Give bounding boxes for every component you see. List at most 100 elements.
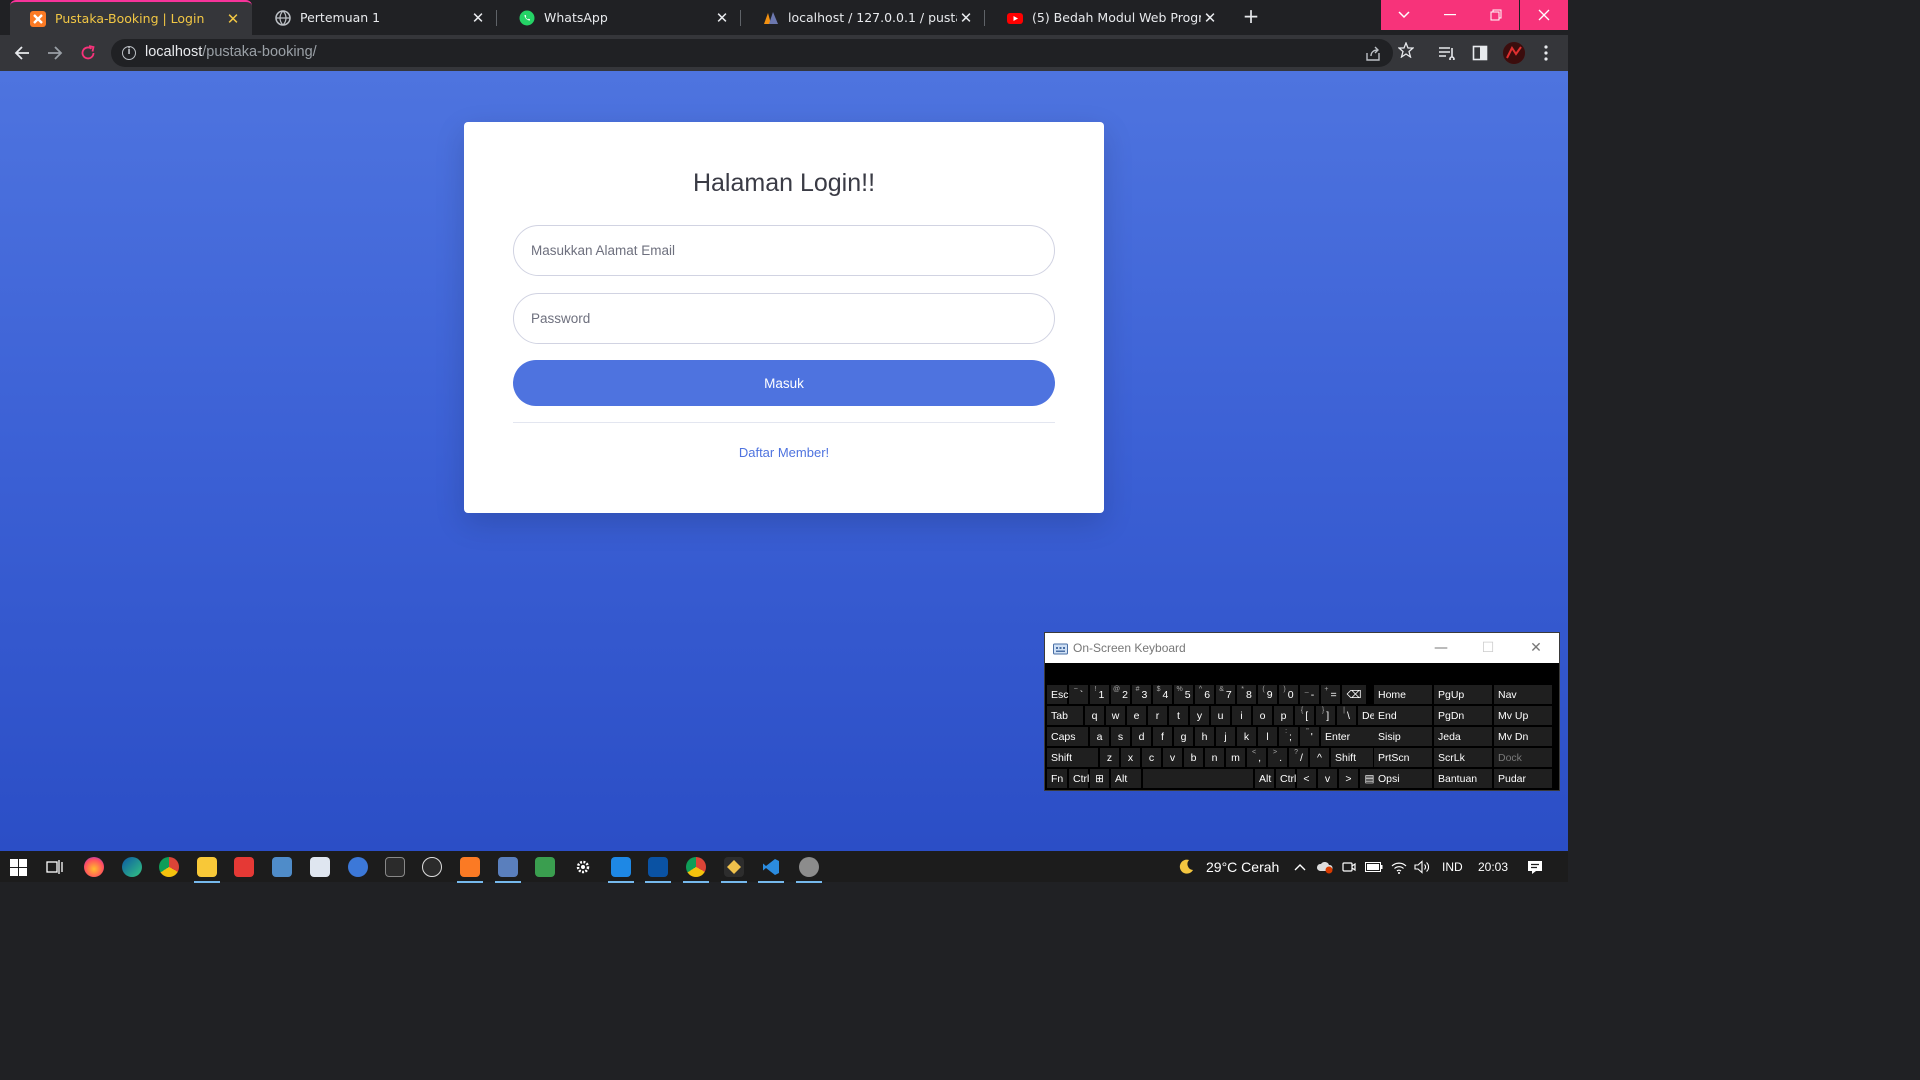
terminal-icon[interactable] [385,857,405,877]
more-menu-icon[interactable] [1536,43,1556,63]
xampp-taskbar-icon[interactable] [457,857,483,883]
osk-key[interactable]: g [1174,727,1193,746]
osk-key[interactable]: Opsi [1374,769,1432,788]
osk-key[interactable]: Shift [1331,748,1373,767]
osk-key[interactable]: >. [1268,748,1287,767]
tab-pertemuan-1[interactable]: Pertemuan 1 ✕ [255,0,497,35]
tab-phpmyadmin[interactable]: localhost / 127.0.0.1 / pustaka / u ✕ [743,0,985,35]
osk-key[interactable]: y [1190,706,1209,725]
osk-key[interactable]: * 8 [1237,685,1256,704]
osk-key[interactable]: m [1226,748,1245,767]
osk-key[interactable]: Home [1374,685,1432,704]
cloud-error-icon[interactable] [1316,859,1334,875]
close-tab-icon[interactable]: ✕ [713,9,731,27]
weather-status[interactable]: 29°C Cerah [1206,851,1279,882]
reload-button[interactable] [76,41,100,65]
chevron-up-icon[interactable] [1292,859,1308,875]
osk-key[interactable]: $4 [1153,685,1172,704]
url-text[interactable]: localhost/pustaka-booking/ [145,44,317,60]
login-button[interactable]: Masuk [513,360,1055,406]
meet-now-icon[interactable] [1341,859,1357,875]
close-tab-icon[interactable]: ✕ [469,9,487,27]
osk-key[interactable]: Dock [1494,748,1552,767]
close-window-button[interactable] [1520,0,1568,30]
osk-key[interactable]: i [1232,706,1251,725]
osk-key[interactable]: Alt [1255,769,1274,788]
osk-key[interactable]: Pudar [1494,769,1552,788]
osk-key[interactable]: e [1127,706,1146,725]
osk-key[interactable]: Ctrl [1276,769,1296,788]
osk-key[interactable]: x [1121,748,1140,767]
osk-key[interactable]: p [1274,706,1293,725]
email-field[interactable] [513,225,1055,276]
python-icon[interactable] [272,857,292,877]
osk-key[interactable]: h [1195,727,1214,746]
osk-key[interactable]: o [1253,706,1272,725]
osk-key[interactable]: > [1339,769,1358,788]
osk-key[interactable]: ⊞ [1090,769,1109,788]
osk-key[interactable]: z [1100,748,1119,767]
close-tab-icon[interactable]: ✕ [224,10,242,28]
settings-gear-icon[interactable] [573,857,593,877]
notifications-icon[interactable] [1525,859,1545,875]
osk-key[interactable]: ^ 6 [1195,685,1214,704]
battery-icon[interactable] [1365,859,1383,875]
app-window-icon[interactable] [495,857,521,883]
close-tab-icon[interactable]: ✕ [1201,9,1219,27]
osk-key[interactable]: j [1216,727,1235,746]
profile-avatar[interactable] [1503,42,1525,64]
edge-icon[interactable] [122,857,142,877]
vscode-icon[interactable] [758,857,784,883]
osk-key[interactable]: ScrLk [1434,748,1492,767]
osk-key[interactable]: ~ ` [1069,685,1088,704]
osk-key[interactable]: ? / [1289,748,1308,767]
osk-key[interactable]: % 5 [1174,685,1193,704]
task-view-icon[interactable] [45,857,65,877]
address-bar[interactable]: i localhost/pustaka-booking/ [111,39,1393,67]
osk-key[interactable]: {[ [1295,706,1314,725]
osk-key[interactable]: PgUp [1434,685,1492,704]
osk-key[interactable]: q [1085,706,1104,725]
osk-key[interactable]: n [1205,748,1224,767]
osk-maximize-button[interactable]: ☐ [1478,638,1498,658]
osk-key[interactable]: Sisip [1374,727,1432,746]
password-field[interactable] [513,293,1055,344]
osk-key[interactable]: " ' [1300,727,1319,746]
browser-app-icon[interactable] [348,857,368,877]
file-explorer-icon[interactable] [194,857,220,883]
osk-key[interactable]: d [1132,727,1151,746]
osk-title-bar[interactable]: On-Screen Keyboard — ☐ ✕ [1045,633,1559,663]
forward-button[interactable] [43,41,67,65]
osk-key[interactable]: t [1169,706,1188,725]
osk-key[interactable]: ⌫ [1342,685,1366,704]
speedometer-icon[interactable] [422,857,442,877]
osk-key[interactable]: Esc [1047,685,1069,704]
tab-pustaka-booking[interactable]: Pustaka-Booking | Login ✕ [10,0,252,35]
osk-key[interactable]: Fn [1047,769,1067,788]
osk-key[interactable]: u [1211,706,1230,725]
osk-key[interactable]: & 7 [1216,685,1235,704]
media-queue-icon[interactable] [1437,43,1457,63]
osk-key[interactable]: f [1153,727,1172,746]
osk-key[interactable]: < [1297,769,1316,788]
tab-search-button[interactable] [1381,0,1427,30]
osk-key[interactable]: + = [1321,685,1340,704]
osk-key[interactable]: Tab [1047,706,1083,725]
osk-key[interactable]: Alt [1111,769,1141,788]
osk-key[interactable]: Mv Dn [1494,727,1552,746]
notepad-icon[interactable] [535,857,555,877]
back-button[interactable] [10,41,34,65]
osk-key[interactable]: v [1163,748,1182,767]
site-info-icon[interactable]: i [122,46,136,60]
osk-key[interactable]: k [1237,727,1256,746]
osk-key[interactable]: :; [1279,727,1298,746]
wifi-icon[interactable] [1390,859,1408,875]
osk-key[interactable]: PrtScn [1374,748,1432,767]
document-icon[interactable] [310,857,330,877]
osk-key[interactable]: l [1258,727,1277,746]
input-language[interactable]: IND [1442,851,1463,882]
osk-key[interactable]: End [1374,706,1432,725]
osk-key[interactable]: c [1142,748,1161,767]
osk-key[interactable]: ^ [1310,748,1329,767]
osk-key[interactable]: }] [1316,706,1335,725]
